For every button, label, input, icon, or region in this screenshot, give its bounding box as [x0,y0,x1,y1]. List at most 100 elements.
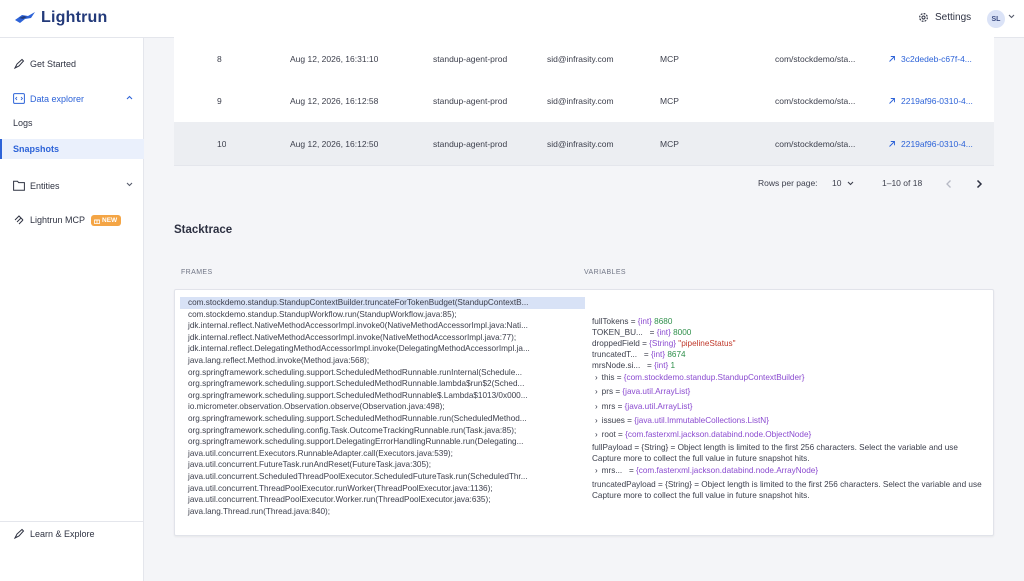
variable-type: {com.fasterxml.jackson.databind.node.Arr… [636,466,819,476]
row-user: sid@infrasity.com [547,139,614,149]
rocket-icon [13,528,25,540]
variable-type: {com.fasterxml.jackson.databind.node.Obj… [625,430,812,440]
variable-type: {String} [649,339,676,348]
variable-mrs-node[interactable]: › mrs... = {com.fasterxml.jackson.databin… [592,464,987,478]
frame-item[interactable]: java.lang.reflect.Method.invoke(Method.j… [180,355,585,367]
gear-icon [919,13,928,22]
variable-issues[interactable]: › issues = {java.util.ImmutableCollection… [592,414,987,428]
lightrun-logo[interactable]: Lightrun [14,9,107,27]
frame-item[interactable]: org.springframework.scheduling.support.D… [180,436,585,448]
frame-item[interactable]: org.springframework.scheduling.support.S… [180,413,585,425]
variable-dropped-field[interactable]: droppedField = {String} "pipelineStatus" [592,338,987,349]
frame-item[interactable]: java.util.concurrent.Executors.RunnableA… [180,448,585,460]
frame-item[interactable]: org.springframework.scheduling.support.S… [180,367,585,379]
frame-item[interactable]: java.util.concurrent.ThreadPoolExecutor.… [180,483,585,495]
frame-item[interactable]: org.springframework.scheduling.config.Ta… [180,425,585,437]
table-row[interactable]: 9 Aug 12, 2026, 16:12:58 standup-agent-p… [174,79,994,123]
next-page-button[interactable] [975,179,983,189]
external-link-icon [889,98,895,104]
settings-button[interactable]: Settings [918,12,971,23]
frame-item[interactable]: java.util.concurrent.ThreadPoolExecutor.… [180,494,585,506]
frame-item[interactable]: java.util.concurrent.ScheduledThreadPool… [180,471,585,483]
variable-truncated-tokens[interactable]: truncatedT... = {int} 8674 [592,349,987,360]
variable-name: mrs... [601,466,623,476]
frame-item[interactable]: java.lang.Thread.run(Thread.java:840); [180,506,585,518]
frame-item[interactable]: jdk.internal.reflect.DelegatingMethodAcc… [180,343,585,355]
variable-mrs[interactable]: › mrs = {java.util.ArrayList} [592,400,987,414]
variable-type: {String} [665,479,692,489]
variable-this[interactable]: › this = {com.stockdemo.standup.StandupCo… [592,371,987,385]
table-row[interactable]: 10 Aug 12, 2026, 16:12:50 standup-agent-… [174,122,994,166]
expand-chevron-icon[interactable]: › [595,414,598,428]
row-user: sid@infrasity.com [547,54,614,64]
chevron-down-icon[interactable] [1008,14,1015,19]
expand-chevron-icon[interactable]: › [595,371,598,385]
sidebar-item-logs[interactable]: Logs [0,113,144,133]
chevron-down-icon[interactable] [126,182,133,187]
gift-icon [94,219,100,224]
expand-chevron-icon[interactable]: › [595,428,598,442]
stacktrace-title: Stacktrace [174,224,233,236]
frame-item[interactable]: org.springframework.scheduling.support.S… [180,390,585,402]
settings-label: Settings [935,12,972,23]
variable-truncated-payload[interactable]: truncatedPayload = {String} = Object len… [592,479,987,501]
table-row[interactable]: 8 Aug 12, 2026, 16:31:10 standup-agent-p… [174,37,994,81]
frames-list: com.stockdemo.standup.StandupContextBuil… [180,297,585,517]
row-snapshot-link[interactable]: 2219af96-0310-4... [888,79,994,123]
sidebar-item-data-explorer[interactable]: Data explorer [0,89,144,109]
avatar[interactable]: SL [987,10,1005,28]
row-snapshot-id: 2219af96-0310-4... [901,96,973,106]
expand-chevron-icon[interactable]: › [595,464,598,478]
variable-type: {String} [641,443,669,453]
sidebar: Get Started Data explorer Logs Snapshots… [0,38,144,581]
sidebar-item-label: Get Started [30,59,77,69]
sidebar-item-learn-explore[interactable]: Learn & Explore [0,524,144,544]
frame-item[interactable]: jdk.internal.reflect.NativeMethodAccesso… [180,332,585,344]
row-snapshot-link[interactable]: 3c2dedeb-c67f-4... [888,37,994,81]
mcp-icon [14,215,24,225]
folder-icon [13,180,25,191]
prev-page-button[interactable] [945,179,953,189]
sidebar-item-lightrun-mcp[interactable]: Lightrun MCP NEW [0,210,144,230]
sidebar-item-entities[interactable]: Entities [0,176,144,196]
rows-per-page-select[interactable]: 10 [832,178,854,188]
code-window-icon [13,93,25,104]
variable-type: {java.util.ImmutableCollections.ListN} [634,415,769,425]
frame-item[interactable]: org.springframework.scheduling.support.S… [180,378,585,390]
row-date: Aug 12, 2026, 16:12:58 [290,96,379,106]
variables-header: VARIABLES [584,269,626,276]
row-number: 10 [217,139,227,149]
stacktrace-panel: com.stockdemo.standup.StandupContextBuil… [174,289,994,536]
row-agent: standup-agent-prod [433,54,508,64]
variable-type: {java.util.ArrayList} [622,387,691,397]
variable-prs[interactable]: › prs = {java.util.ArrayList} [592,385,987,399]
variable-mrs-node-size[interactable]: mrsNode.si... = {int} 1 [592,360,987,371]
expand-chevron-icon[interactable]: › [595,400,598,414]
variable-root[interactable]: › root = {com.fasterxml.jackson.databind.… [592,428,987,442]
row-agent: standup-agent-prod [433,96,508,106]
expand-chevron-icon[interactable]: › [595,385,598,399]
sidebar-item-label: Learn & Explore [30,529,95,539]
frame-item[interactable]: com.stockdemo.standup.StandupContextBuil… [180,297,585,309]
variable-type: {int} [637,317,652,326]
variable-value: "pipelineStatus" [678,339,736,348]
chevron-down-icon [848,181,854,185]
frame-item[interactable]: jdk.internal.reflect.NativeMethodAccesso… [180,320,585,332]
variable-token-budget[interactable]: TOKEN_BU... = {int} 8000 [592,327,987,338]
row-location: com/stockdemo/sta... [775,139,856,149]
row-date: Aug 12, 2026, 16:12:50 [290,139,379,149]
frame-item[interactable]: java.util.concurrent.FutureTask.runAndRe… [180,459,585,471]
variable-value: 8000 [673,328,692,337]
variable-full-tokens[interactable]: fullTokens = {int} 8680 [592,316,987,327]
variable-value: 1 [670,361,676,370]
row-agent: standup-agent-prod [433,139,508,149]
variable-full-payload[interactable]: fullPayload = {String} = Object length i… [592,442,987,464]
row-snapshot-link[interactable]: 2219af96-0310-4... [888,122,994,166]
sidebar-item-get-started[interactable]: Get Started [0,54,144,74]
chevron-up-icon[interactable] [126,95,133,100]
variable-name: truncatedT... [592,350,638,359]
frame-item[interactable]: io.micrometer.observation.Observation.ob… [180,401,585,413]
variable-type: {int} [654,361,669,370]
sidebar-item-snapshots[interactable]: Snapshots [0,139,144,159]
frame-item[interactable]: com.stockdemo.standup.StandupWorkflow.ru… [180,309,585,321]
